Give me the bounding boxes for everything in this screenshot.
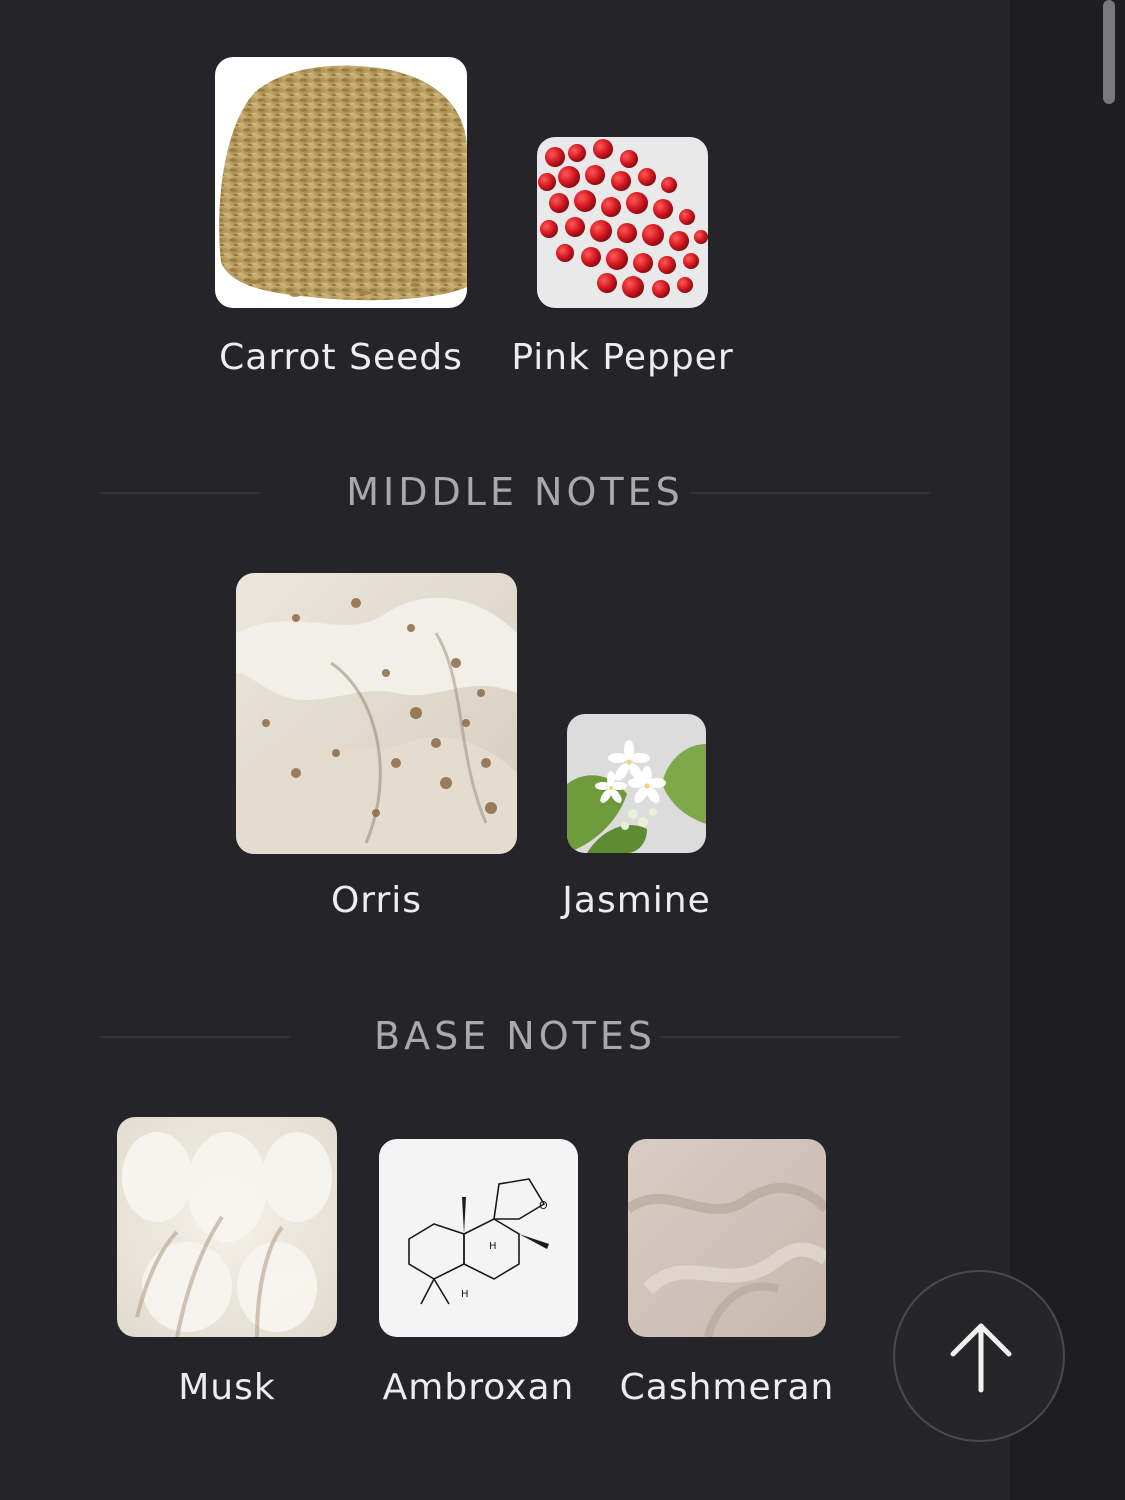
note-ambroxan[interactable]: O H H Ambroxan — [379, 1139, 578, 1419]
jasmine-image — [567, 714, 706, 853]
note-label: Orris — [330, 880, 423, 921]
note-label: Musk — [178, 1367, 276, 1408]
cashmeran-image — [628, 1139, 826, 1337]
note-pink-pepper[interactable]: Pink Pepper — [511, 137, 733, 397]
carrot-seeds-image — [215, 57, 467, 308]
scrollbar-thumb[interactable] — [1103, 0, 1115, 104]
note-label: Ambroxan — [382, 1367, 575, 1408]
svg-text:O: O — [539, 1199, 548, 1212]
svg-text:H: H — [461, 1289, 469, 1300]
section-header-middle-notes: MIDDLE NOTES — [100, 472, 930, 512]
note-orris[interactable]: Orris — [236, 573, 517, 933]
note-cashmeran[interactable]: Cashmeran — [620, 1139, 833, 1419]
orris-image — [236, 573, 517, 854]
note-label: Jasmine — [562, 880, 711, 921]
note-label: Carrot Seeds — [219, 337, 463, 378]
arrow-up-icon — [950, 1323, 1012, 1393]
note-musk[interactable]: Musk — [117, 1117, 337, 1417]
scroll-to-top-button[interactable] — [893, 1270, 1065, 1442]
ambroxan-image: O H H — [379, 1139, 578, 1337]
pink-pepper-image — [537, 137, 708, 308]
side-gutter — [1010, 0, 1125, 1500]
note-label: Cashmeran — [619, 1367, 835, 1408]
section-header-base-notes: BASE NOTES — [100, 1016, 930, 1056]
section-title: MIDDLE NOTES — [346, 470, 684, 514]
svg-text:H: H — [489, 1241, 497, 1252]
note-carrot-seeds[interactable]: Carrot Seeds — [215, 57, 467, 397]
musk-image — [117, 1117, 337, 1337]
section-title: BASE NOTES — [374, 1014, 656, 1058]
note-label: Pink Pepper — [511, 337, 734, 378]
note-jasmine[interactable]: Jasmine — [562, 714, 710, 934]
